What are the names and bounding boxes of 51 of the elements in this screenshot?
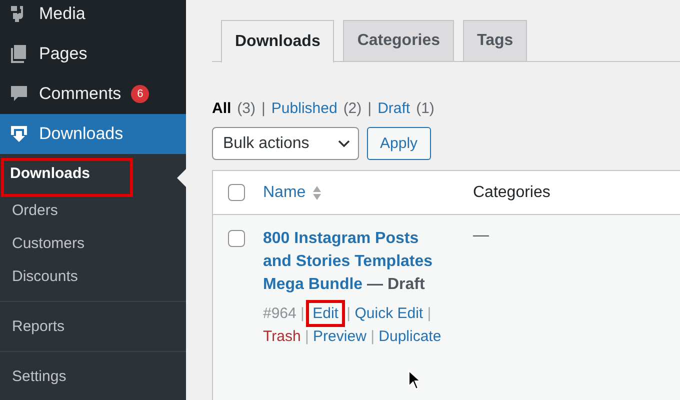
menu-label: Media [39, 4, 86, 24]
bulk-actions-select[interactable]: Bulk actions [212, 127, 359, 160]
row-action-link[interactable]: Duplicate [378, 328, 442, 345]
separator: | [346, 305, 352, 322]
submenu-item[interactable]: Customers [10, 231, 87, 257]
view-count: (3) [237, 100, 256, 117]
tab[interactable]: Tags [463, 20, 528, 62]
pages-icon [9, 44, 29, 64]
menu-label: Pages [39, 44, 88, 64]
view-link[interactable]: Draft [378, 100, 410, 117]
speech-bubble-icon [9, 84, 29, 104]
column-header[interactable]: Name [263, 184, 306, 202]
download-icon [9, 124, 29, 144]
menu-label: Comments [39, 84, 122, 104]
submenu-item[interactable]: Reports [10, 314, 67, 340]
view-link[interactable]: All [212, 100, 232, 117]
submenu-item[interactable]: Orders [10, 198, 60, 224]
menu-label: Downloads [39, 124, 124, 144]
row-action-link[interactable]: Edit [308, 303, 342, 324]
menu-item[interactable]: Downloads [0, 114, 186, 154]
sort-icon[interactable] [312, 184, 322, 200]
tab[interactable]: Categories [343, 20, 454, 62]
download-title[interactable]: 800 Instagram Posts and Stories Templates Mega Bundle — Draft [263, 227, 449, 296]
separator: | [368, 100, 372, 117]
menu-item[interactable]: Comments 6 [0, 74, 186, 114]
post-id: #964 [263, 305, 296, 322]
view-count: (1) [416, 100, 434, 117]
submenu-item[interactable]: Discounts [10, 264, 80, 290]
table-cell: — [473, 227, 489, 245]
view-count: (2) [343, 100, 362, 117]
menu-item[interactable]: Media [0, 0, 186, 34]
select-all-checkbox[interactable] [228, 184, 245, 201]
row-checkbox[interactable] [228, 230, 245, 247]
menu-item[interactable]: Pages [0, 34, 186, 74]
separator: | [426, 305, 432, 322]
mouse-pointer-icon [408, 370, 422, 390]
apply-button[interactable]: Apply [367, 127, 431, 160]
column-header[interactable]: Categories [473, 184, 550, 200]
row-action-link[interactable]: Quick Edit [354, 305, 424, 322]
separator: | [304, 328, 310, 345]
chevron-down-icon [338, 140, 350, 148]
row-action-link[interactable]: Trash [263, 328, 301, 345]
view-link[interactable]: Published [271, 100, 338, 117]
row-action-link[interactable]: Preview [313, 328, 366, 345]
submenu-item[interactable]: Settings [10, 364, 68, 390]
separator: | [262, 100, 266, 117]
tab[interactable]: Downloads [221, 20, 334, 63]
count-badge: 6 [131, 85, 150, 103]
submenu-item[interactable]: Downloads [4, 161, 130, 194]
separator: | [370, 328, 376, 345]
separator: | [300, 305, 306, 322]
